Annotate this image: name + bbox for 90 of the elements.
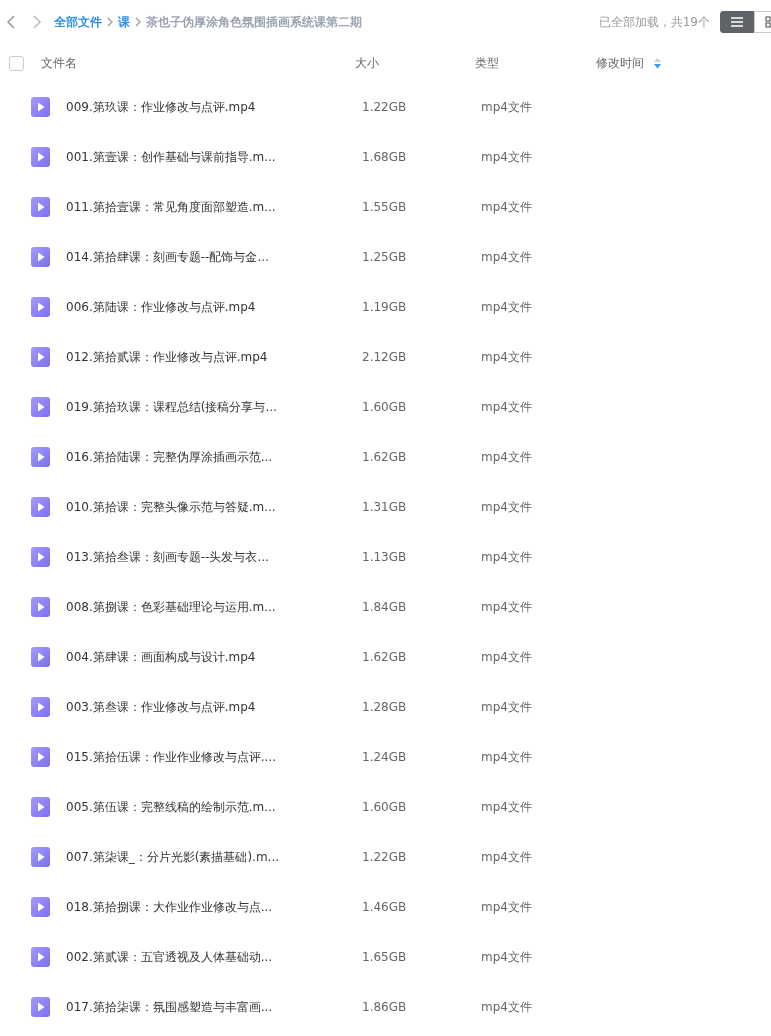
file-size: 1.68GB xyxy=(362,150,407,164)
file-name[interactable]: 010.第拾课：完整头像示范与答疑.m... xyxy=(66,498,276,516)
column-header[interactable]: 大小 xyxy=(355,54,379,72)
file-size: 1.65GB xyxy=(362,950,407,964)
load-status: 已全部加载，共19个 xyxy=(598,13,710,31)
back-icon[interactable] xyxy=(6,14,16,30)
file-size: 1.24GB xyxy=(362,750,407,764)
file-size: 1.22GB xyxy=(362,850,407,864)
file-type: mp4文件 xyxy=(481,948,532,966)
file-type: mp4文件 xyxy=(481,98,532,116)
file-type: mp4文件 xyxy=(481,548,532,566)
separator-icon xyxy=(107,17,113,27)
file-size: 1.62GB xyxy=(362,450,407,464)
video-file-icon xyxy=(31,197,50,217)
video-file-icon xyxy=(31,497,50,517)
file-type: mp4文件 xyxy=(481,598,532,616)
file-size: 1.55GB xyxy=(362,200,407,214)
video-file-icon xyxy=(31,247,50,267)
video-file-icon xyxy=(31,447,50,467)
file-name[interactable]: 016.第拾陆课：完整伪厚涂插画示范... xyxy=(66,448,273,466)
file-name[interactable]: 018.第拾捌课：大作业作业修改与点... xyxy=(66,898,273,916)
file-type: mp4文件 xyxy=(481,698,532,716)
file-size: 1.84GB xyxy=(362,600,407,614)
video-file-icon xyxy=(31,797,50,817)
file-name[interactable]: 009.第玖课：作业修改与点评.mp4 xyxy=(66,98,256,116)
column-header[interactable]: 修改时间 xyxy=(596,54,644,72)
file-size: 1.22GB xyxy=(362,100,407,114)
file-type: mp4文件 xyxy=(481,398,532,416)
file-name[interactable]: 006.第陆课：作业修改与点评.mp4 xyxy=(66,298,256,316)
column-header[interactable]: 类型 xyxy=(475,54,499,72)
file-type: mp4文件 xyxy=(481,648,532,666)
file-name[interactable]: 007.第柒课_：分片光影(素描基础).m... xyxy=(66,848,280,866)
video-file-icon xyxy=(31,97,50,117)
video-file-icon xyxy=(31,847,50,867)
file-type: mp4文件 xyxy=(481,898,532,916)
video-file-icon xyxy=(31,997,50,1017)
file-type: mp4文件 xyxy=(481,198,532,216)
video-file-icon xyxy=(31,747,50,767)
file-type: mp4文件 xyxy=(481,148,532,166)
file-size: 1.13GB xyxy=(362,550,407,564)
file-size: 1.60GB xyxy=(362,400,407,414)
file-type: mp4文件 xyxy=(481,998,532,1016)
video-file-icon xyxy=(31,597,50,617)
forward-icon[interactable] xyxy=(32,14,42,30)
file-size: 1.31GB xyxy=(362,500,407,514)
file-name[interactable]: 012.第拾贰课：作业修改与点评.mp4 xyxy=(66,348,268,366)
file-size: 1.25GB xyxy=(362,250,407,264)
list-icon xyxy=(730,16,744,28)
file-type: mp4文件 xyxy=(481,298,532,316)
file-name[interactable]: 008.第捌课：色彩基础理论与运用.m... xyxy=(66,598,276,616)
file-type: mp4文件 xyxy=(481,348,532,366)
video-file-icon xyxy=(31,547,50,567)
file-name[interactable]: 001.第壹课：创作基础与课前指导.m... xyxy=(66,148,276,166)
file-type: mp4文件 xyxy=(481,848,532,866)
file-size: 1.19GB xyxy=(362,300,407,314)
file-name[interactable]: 017.第拾柒课：氛围感塑造与丰富画... xyxy=(66,998,273,1016)
file-name[interactable]: 005.第伍课：完整线稿的绘制示范.m... xyxy=(66,798,276,816)
sort-icon[interactable] xyxy=(654,57,661,69)
file-name[interactable]: 003.第叁课：作业修改与点评.mp4 xyxy=(66,698,256,716)
file-size: 2.12GB xyxy=(362,350,407,364)
video-file-icon xyxy=(31,297,50,317)
file-type: mp4文件 xyxy=(481,748,532,766)
select-all-checkbox[interactable] xyxy=(9,55,24,71)
file-size: 1.60GB xyxy=(362,800,407,814)
file-name[interactable]: 019.第拾玖课：课程总结(接稿分享与... xyxy=(66,398,277,416)
file-name[interactable]: 011.第拾壹课：常见角度面部塑造.m... xyxy=(66,198,276,216)
file-name[interactable]: 004.第肆课：画面构成与设计.mp4 xyxy=(66,648,256,666)
video-file-icon xyxy=(31,397,50,417)
video-file-icon xyxy=(31,947,50,967)
file-size: 1.86GB xyxy=(362,1000,407,1014)
list-view-button[interactable] xyxy=(720,11,754,33)
file-type: mp4文件 xyxy=(481,798,532,816)
file-name[interactable]: 002.第贰课：五官透视及人体基础动... xyxy=(66,948,273,966)
video-file-icon xyxy=(31,347,50,367)
file-size: 1.46GB xyxy=(362,900,407,914)
file-size: 1.62GB xyxy=(362,650,407,664)
column-header[interactable]: 文件名 xyxy=(41,54,77,72)
breadcrumb-current: 茶也子伪厚涂角色氛围插画系统课第二期 xyxy=(146,13,362,31)
video-file-icon xyxy=(31,147,50,167)
file-name[interactable]: 015.第拾伍课：作业作业修改与点评.... xyxy=(66,748,276,766)
video-file-icon xyxy=(31,647,50,667)
video-file-icon xyxy=(31,697,50,717)
file-name[interactable]: 014.第拾肆课：刻画专题--配饰与金... xyxy=(66,248,269,266)
file-type: mp4文件 xyxy=(481,248,532,266)
file-size: 1.28GB xyxy=(362,700,407,714)
separator-icon xyxy=(135,17,141,27)
file-name[interactable]: 013.第拾叁课：刻画专题--头发与衣... xyxy=(66,548,269,566)
video-file-icon xyxy=(31,897,50,917)
file-type: mp4文件 xyxy=(481,448,532,466)
file-type: mp4文件 xyxy=(481,498,532,516)
